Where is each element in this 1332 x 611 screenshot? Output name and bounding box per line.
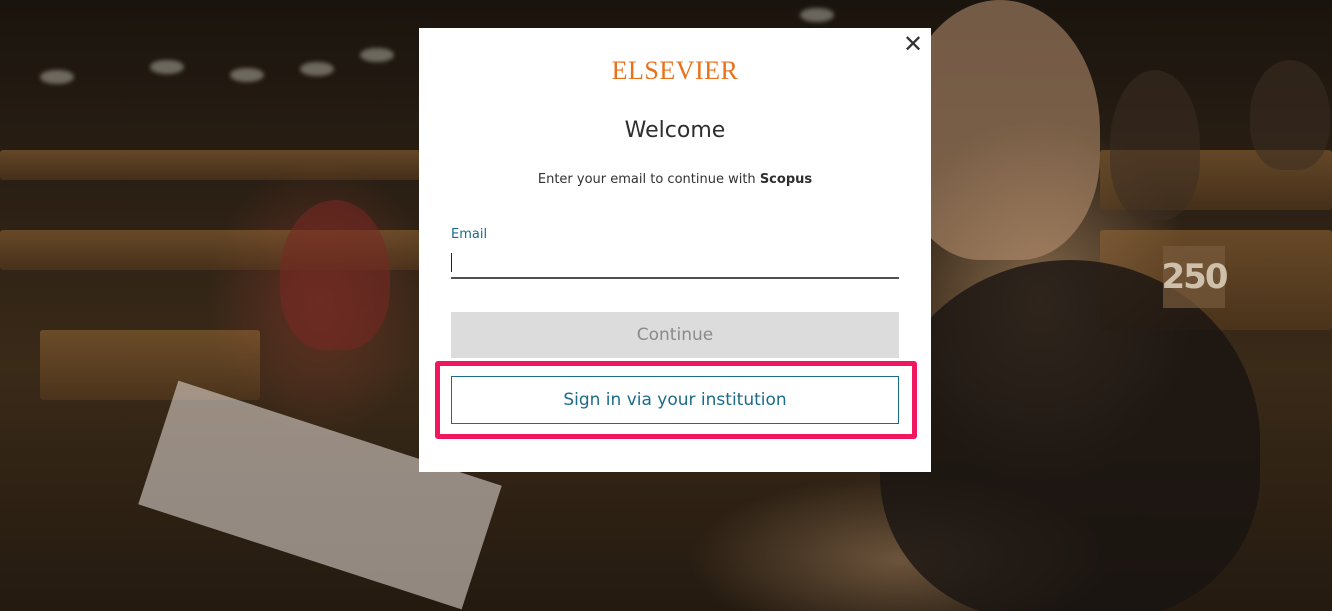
person-silhouette	[280, 200, 390, 350]
ceiling-light	[300, 62, 334, 76]
person-silhouette	[1110, 70, 1200, 220]
text-caret	[451, 253, 452, 272]
person-silhouette	[1250, 60, 1330, 170]
product-name: Scopus	[759, 172, 813, 187]
sign-in-modal: ✕ ELSEVIER Welcome Enter your email to c…	[419, 28, 931, 472]
elsevier-logo: ELSEVIER	[611, 56, 739, 85]
sign-in-institution-button[interactable]: Sign in via your institution	[451, 376, 899, 424]
continue-button[interactable]: Continue	[451, 312, 899, 358]
page-title: Welcome	[624, 118, 726, 143]
desk-row	[0, 150, 420, 180]
ceiling-light	[230, 68, 264, 82]
seat-number-plate: 250	[1162, 246, 1229, 308]
email-label: Email	[451, 227, 488, 242]
desk-row	[40, 330, 260, 400]
ceiling-light	[800, 8, 834, 22]
ceiling-light	[150, 60, 184, 74]
email-field[interactable]	[451, 249, 899, 279]
ceiling-light	[40, 70, 74, 84]
close-icon[interactable]: ✕	[901, 32, 925, 56]
subtitle: Enter your email to continue with Scopus	[419, 172, 931, 187]
ceiling-light	[360, 48, 394, 62]
person-silhouette	[880, 260, 1260, 611]
subtitle-text: Enter your email to continue with	[537, 172, 756, 187]
